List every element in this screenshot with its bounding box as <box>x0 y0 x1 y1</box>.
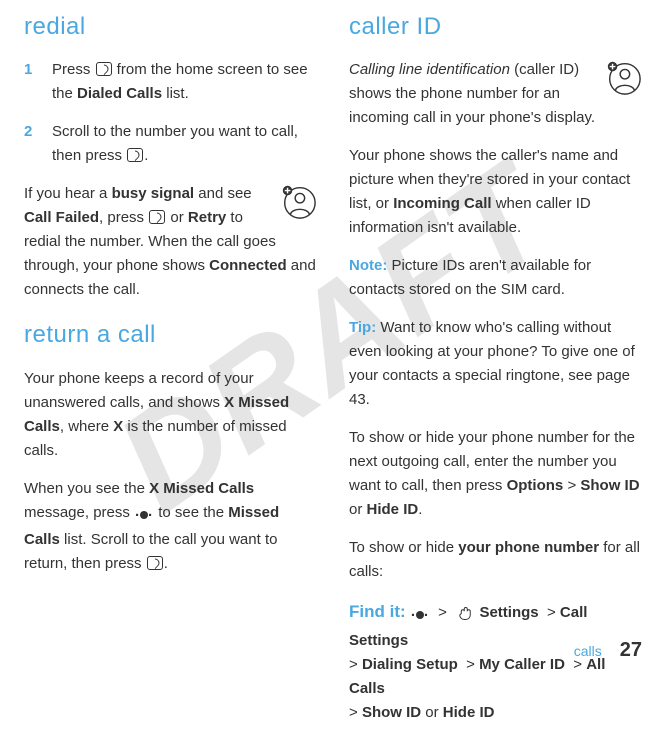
text: or <box>166 209 188 226</box>
show-hide-paragraph-1: To show or hide your phone number for th… <box>349 426 642 522</box>
text-bold: busy signal <box>112 185 195 202</box>
text: , press <box>99 209 148 226</box>
ui-label: My Caller ID <box>479 656 565 673</box>
step-number: 1 <box>24 58 52 106</box>
step-text: Press from the home screen to see the Di… <box>52 58 317 106</box>
text-italic: Calling line identification <box>349 61 510 78</box>
step-1: 1 Press from the home screen to see the … <box>24 58 317 106</box>
ui-label: Show ID <box>362 704 421 721</box>
text: To show or hide <box>349 539 458 556</box>
ui-label: Incoming Call <box>393 195 491 212</box>
step-2: 2 Scroll to the number you want to call,… <box>24 120 317 168</box>
note-paragraph: Note: Picture IDs aren't available for c… <box>349 254 642 302</box>
text: list. <box>162 85 189 102</box>
ui-label: Dialed Calls <box>77 85 162 102</box>
contact-plus-icon <box>604 58 642 96</box>
gt: > <box>547 604 556 621</box>
send-key-icon <box>147 556 163 570</box>
note-label: Note: <box>349 257 387 274</box>
text: and see <box>194 185 252 202</box>
two-column-layout: redial 1 Press from the home screen to s… <box>24 8 642 739</box>
gt: > <box>567 477 576 494</box>
right-column: caller ID Calling line identification (c… <box>349 8 642 739</box>
text: Your phone keeps a record of your unansw… <box>24 370 254 411</box>
gt: > <box>438 604 447 621</box>
send-key-icon <box>149 210 165 224</box>
gt: > <box>466 656 475 673</box>
ui-label: Hide ID <box>367 501 419 518</box>
text: Want to know who's calling without even … <box>349 319 635 408</box>
return-paragraph-2: When you see the X Missed Calls message,… <box>24 477 317 576</box>
step-text: Scroll to the number you want to call, t… <box>52 120 317 168</box>
ui-label: Hide ID <box>443 704 495 721</box>
text: or <box>421 704 443 721</box>
text: . <box>164 555 168 572</box>
ui-label: Options <box>507 477 564 494</box>
heading-return-call: return a call <box>24 316 317 354</box>
text: If you hear a <box>24 185 112 202</box>
show-hide-paragraph-2: To show or hide your phone number for al… <box>349 536 642 584</box>
tip-paragraph: Tip: Want to know who's calling without … <box>349 316 642 412</box>
ui-label: X <box>113 418 123 435</box>
text: or <box>349 501 367 518</box>
gt: > <box>349 656 358 673</box>
text: Press <box>52 61 95 78</box>
ui-label: Retry <box>188 209 226 226</box>
ui-label: Show ID <box>580 477 639 494</box>
center-key-icon <box>411 604 429 628</box>
gt: > <box>349 704 358 721</box>
ui-label: Dialing Setup <box>362 656 458 673</box>
send-key-icon <box>127 148 143 162</box>
busy-paragraph: If you hear a busy signal and see Call F… <box>24 182 317 302</box>
heading-redial: redial <box>24 8 317 46</box>
caller-paragraph-1: Calling line identification (caller ID) … <box>349 58 642 130</box>
contact-plus-icon <box>279 182 317 220</box>
tip-label: Tip: <box>349 319 376 336</box>
text: When you see the <box>24 480 149 497</box>
settings-hand-icon <box>456 603 474 629</box>
text: Scroll to the number you want to call, t… <box>52 123 298 164</box>
center-key-icon <box>135 504 153 528</box>
ui-label: X Missed Calls <box>149 480 254 497</box>
ui-label: Connected <box>209 257 287 274</box>
return-paragraph-1: Your phone keeps a record of your unansw… <box>24 367 317 463</box>
text: . <box>144 147 148 164</box>
page-footer: calls 27 <box>574 634 642 666</box>
footer-page-number: 27 <box>620 634 642 666</box>
caller-paragraph-2: Your phone shows the caller's name and p… <box>349 144 642 240</box>
heading-caller-id: caller ID <box>349 8 642 46</box>
text-bold: your phone number <box>458 539 599 556</box>
find-it-label: Find it: <box>349 602 406 621</box>
left-column: redial 1 Press from the home screen to s… <box>24 8 317 739</box>
text: to see the <box>154 504 228 521</box>
text: , where <box>60 418 113 435</box>
footer-section-name: calls <box>574 640 602 662</box>
text: message, press <box>24 504 134 521</box>
step-number: 2 <box>24 120 52 168</box>
ui-label: Settings <box>479 604 538 621</box>
ui-label: Call Failed <box>24 209 99 226</box>
text: . <box>418 501 422 518</box>
send-key-icon <box>96 62 112 76</box>
